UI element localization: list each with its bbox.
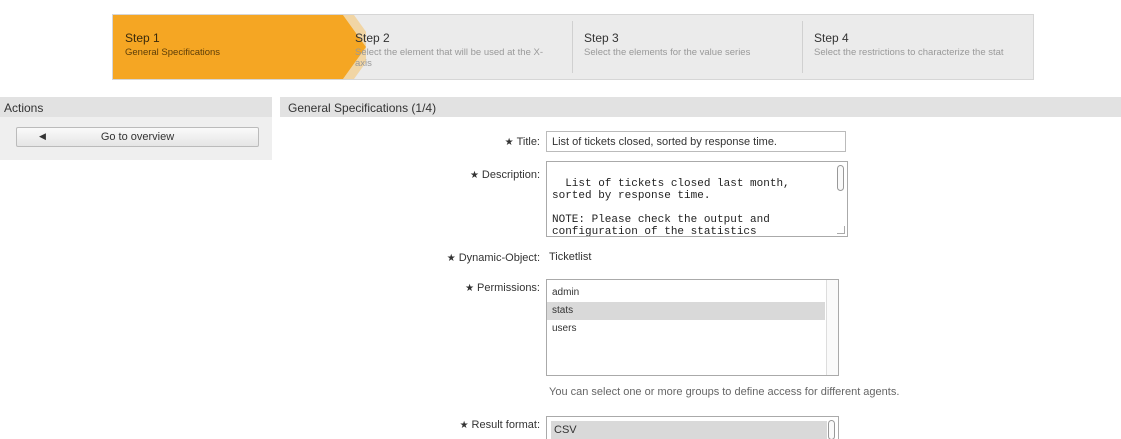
step-description: Select the restrictions to characterize … xyxy=(814,47,1004,58)
description-textarea[interactable]: List of tickets closed last month, sorte… xyxy=(546,161,848,237)
step-number: Step 3 xyxy=(584,31,619,45)
page-title: General Specifications (1/4) xyxy=(280,97,1121,117)
title-label: ★ Title: xyxy=(310,136,540,148)
title-label-text: Title: xyxy=(516,136,540,148)
textarea-scrollbar[interactable] xyxy=(837,165,844,191)
result-format-option-csv[interactable]: CSV xyxy=(551,421,827,439)
required-star-icon: ★ xyxy=(446,253,456,264)
step-description: Select the element that will be used at … xyxy=(355,47,543,69)
required-star-icon: ★ xyxy=(465,283,475,294)
permission-option-users[interactable]: users xyxy=(547,320,825,338)
permissions-listbox[interactable]: admin stats users xyxy=(546,279,839,376)
sidebar-title: Actions xyxy=(0,97,272,117)
wizard-steps: Step 1 General Specifications Step 2 Sel… xyxy=(112,14,1034,80)
dynamic-object-value: Ticketlist xyxy=(549,251,592,263)
required-star-icon: ★ xyxy=(459,420,469,431)
resize-grip-icon[interactable] xyxy=(837,226,845,234)
result-format-scrollbar[interactable] xyxy=(828,420,835,439)
permission-option-stats[interactable]: stats xyxy=(547,302,825,320)
permissions-label-text: Permissions: xyxy=(477,282,540,294)
title-input[interactable] xyxy=(546,131,846,152)
overview-button-label: Go to overview xyxy=(100,131,175,143)
required-star-icon: ★ xyxy=(469,170,479,181)
sidebar-actions: ◀ Go to overview xyxy=(0,117,272,160)
dynamic-object-label-text: Dynamic-Object: xyxy=(458,252,540,264)
wizard-step-2[interactable]: Step 2 Select the element that will be u… xyxy=(343,15,573,79)
permissions-hint: You can select one or more groups to def… xyxy=(549,386,900,398)
step-description: Select the elements for the value series xyxy=(584,47,751,58)
dynamic-object-label: ★ Dynamic-Object: xyxy=(310,252,540,264)
wizard-step-3[interactable]: Step 3 Select the elements for the value… xyxy=(572,15,802,79)
wizard-step-4[interactable]: Step 4 Select the restrictions to charac… xyxy=(802,15,1032,79)
result-format-label-text: Result format: xyxy=(471,419,540,431)
permissions-label: ★ Permissions: xyxy=(310,282,540,294)
listbox-scrollbar[interactable] xyxy=(826,280,838,375)
go-to-overview-button[interactable]: ◀ Go to overview xyxy=(16,127,259,147)
description-label-text: Description: xyxy=(481,169,540,181)
result-format-label: ★ Result format: xyxy=(310,419,540,431)
permission-option-admin[interactable]: admin xyxy=(547,284,825,302)
result-format-listbox[interactable]: CSV xyxy=(546,416,839,439)
description-label: ★ Description: xyxy=(310,169,540,181)
step-number: Step 4 xyxy=(814,31,849,45)
required-star-icon: ★ xyxy=(504,137,514,148)
description-text: List of tickets closed last month, sorte… xyxy=(552,178,790,237)
step-number: Step 2 xyxy=(355,31,390,45)
